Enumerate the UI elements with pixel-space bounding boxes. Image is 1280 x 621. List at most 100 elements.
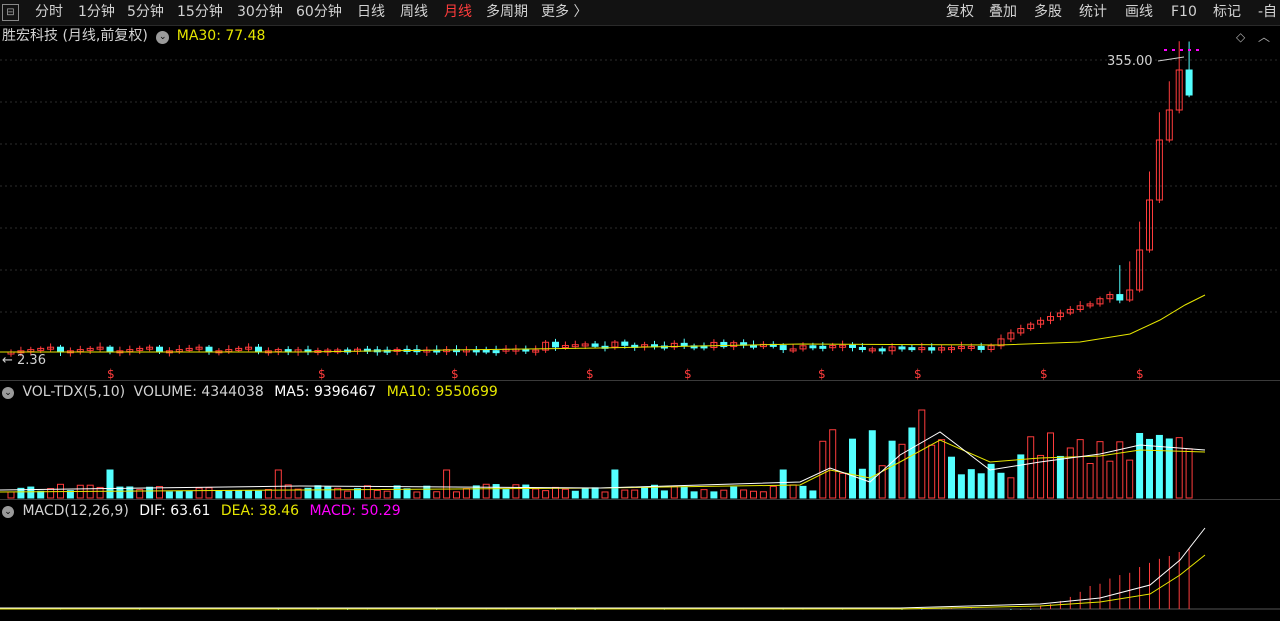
volume-bar <box>542 490 550 499</box>
volume-bar <box>552 486 559 499</box>
volume-bar <box>1027 436 1035 499</box>
volume-bar <box>938 439 946 499</box>
volume-bar <box>641 486 649 499</box>
candle-body <box>156 346 163 353</box>
volume-bar <box>433 491 441 499</box>
volume-bar <box>482 483 490 499</box>
volume-bar <box>700 489 708 499</box>
volume-bar <box>967 469 975 499</box>
volume-bar <box>789 484 797 499</box>
high-dot <box>1164 49 1167 51</box>
volume-bar <box>393 485 401 499</box>
candle-body <box>858 346 866 350</box>
volume-collapse-icon[interactable]: ⌄ <box>2 387 14 399</box>
event-marker: $ <box>914 367 922 381</box>
volume-bar <box>245 490 253 499</box>
volume-bar <box>1146 438 1153 499</box>
volume-panel-title: ⌄ VOL-TDX(5,10) VOLUME: 4344038 MA5: 939… <box>2 383 498 401</box>
volume-bar <box>819 440 827 499</box>
candle-body <box>621 341 629 346</box>
volume-bar <box>255 490 262 499</box>
volume-bar <box>1126 459 1134 499</box>
volume-bar <box>730 486 738 499</box>
dea-value: DEA: 38.46 <box>220 503 300 519</box>
candle-body <box>255 346 262 353</box>
volume-bar <box>1076 439 1084 499</box>
volume-bar <box>740 489 748 499</box>
volume-bar <box>165 491 173 499</box>
volume-bar <box>1017 454 1025 499</box>
volume-bar <box>264 489 272 499</box>
volume-bar <box>948 456 955 499</box>
candle-body <box>284 349 292 353</box>
volume-bar <box>453 491 460 499</box>
dif-value: DIF: 63.61 <box>139 503 211 519</box>
volume-indicator-name[interactable]: VOL-TDX(5,10) <box>22 384 125 400</box>
event-marker: $ <box>818 367 826 381</box>
candle-body <box>819 345 827 349</box>
ma10-value: MA10: 9550699 <box>386 384 498 400</box>
volume-bar <box>205 487 213 499</box>
volume-bar <box>809 490 817 499</box>
diamond-icon[interactable]: ◇ <box>1236 30 1245 44</box>
candle-body <box>57 346 64 353</box>
event-marker: $ <box>1040 367 1048 381</box>
volume-bar <box>314 485 322 499</box>
event-marker: $ <box>451 367 459 381</box>
candle-body <box>205 346 213 353</box>
macd-collapse-icon[interactable]: ⌄ <box>2 506 14 518</box>
volume-bar <box>888 440 896 499</box>
ma30-line <box>0 294 1206 353</box>
volume-bar <box>977 473 985 499</box>
indicator-toggle-icon[interactable]: ⌄ <box>156 31 170 44</box>
volume-bar <box>274 469 282 499</box>
candle-body <box>977 345 985 350</box>
volume-bar <box>928 444 936 499</box>
volume-bar <box>1136 432 1144 499</box>
volume-bar <box>849 438 856 499</box>
volume-bar <box>413 491 421 499</box>
volume-bar <box>759 491 767 499</box>
event-marker: $ <box>1136 367 1144 381</box>
volume-bar <box>472 485 480 499</box>
low-price-label: ← 2.36 <box>2 353 46 368</box>
candle-body <box>779 345 787 351</box>
candle-body <box>472 349 480 353</box>
candle-body <box>928 347 936 351</box>
candle-body <box>680 342 688 347</box>
volume-bar <box>373 489 381 499</box>
event-marker: $ <box>107 367 115 381</box>
high-dot <box>1172 49 1175 51</box>
ma5-value: MA5: 9396467 <box>274 384 377 400</box>
volume-value: VOLUME: 4344038 <box>133 384 264 400</box>
candle-body <box>106 346 114 353</box>
volume-bar <box>344 490 352 499</box>
volume-bar <box>1066 447 1074 499</box>
high-dot <box>1180 49 1183 51</box>
volume-bar <box>611 469 619 499</box>
volume-bar <box>225 490 233 499</box>
candle-body <box>552 341 559 348</box>
volume-bar <box>1155 434 1163 499</box>
volume-bar <box>779 469 787 499</box>
volume-bar <box>581 488 589 499</box>
volume-bar <box>680 486 688 499</box>
candle-body <box>898 346 906 350</box>
macd-indicator-name[interactable]: MACD(12,26,9) <box>22 503 128 519</box>
event-marker: $ <box>586 367 594 381</box>
volume-bar <box>799 485 807 499</box>
volume-bar <box>571 490 579 499</box>
collapse-icon[interactable]: ︿ <box>1258 28 1270 45</box>
candle-body <box>591 343 599 347</box>
volume-bar <box>27 486 35 499</box>
stock-title: 胜宏科技 (月线,前复权) <box>2 28 148 44</box>
volume-bar <box>1175 437 1183 499</box>
volume-bar <box>532 488 540 499</box>
volume-bar <box>215 490 223 499</box>
chart-area: $ $ $ $ $ $ $ $ $ <box>0 41 1280 610</box>
volume-bar <box>512 484 520 499</box>
macd-value: MACD: 50.29 <box>309 503 401 519</box>
volume-bar <box>443 469 451 499</box>
volume-bar <box>47 488 55 499</box>
volume-bar <box>146 486 154 499</box>
